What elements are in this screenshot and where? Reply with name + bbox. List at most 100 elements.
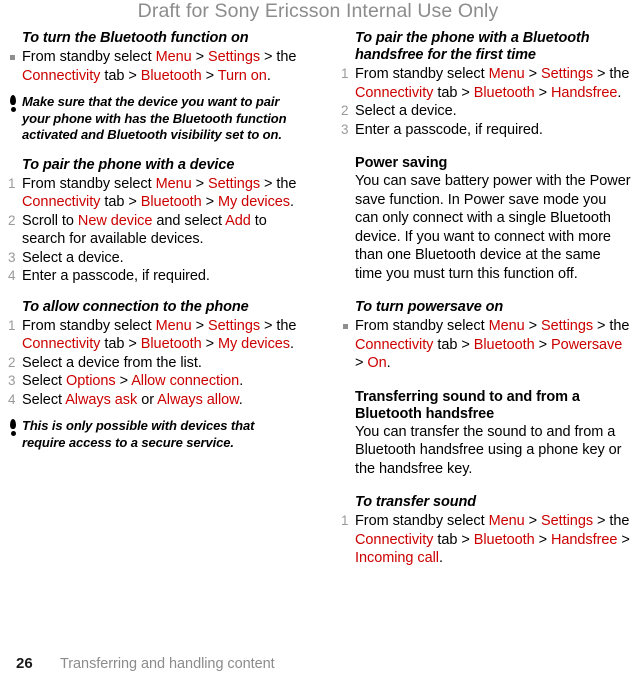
section-transferring-sound: Transferring sound to and from a Bluetoo… [341,389,631,479]
manual-page: { "header": { "watermark": "Draft for So… [0,0,636,685]
page-number: 26 [16,655,33,672]
ui-ref: Always ask [65,391,138,408]
list-item: From standby select Menu > Settings > th… [341,317,631,373]
ui-ref: Handsfree [550,531,618,548]
step-text: Enter a passcode, if required. [22,268,210,284]
section-heading: To pair the phone with a device [22,156,235,173]
draft-watermark-header: Draft for Sony Ericsson Internal Use Onl… [137,0,499,22]
ui-ref: Connectivity [22,336,101,352]
list-item: 2 Scroll to New device and select Add to… [8,212,298,249]
section-heading: To pair the phone with a Bluetooth hands… [355,30,590,63]
exclamation-icon [9,95,18,113]
step-marker: 3 [8,373,16,388]
ui-ref: Menu [488,66,525,82]
step-marker: 3 [341,121,349,137]
step-text: From standby select Menu > Settings > th… [22,49,297,84]
exclamation-icon [9,419,18,437]
ui-ref: My devices [217,194,290,210]
procedure-list: From standby select Menu > Settings > th… [341,317,631,373]
step-marker: 1 [341,66,349,81]
ui-ref: Incoming call [355,550,439,566]
section-to-transfer-sound: To transfer sound 1 From standby select … [341,494,631,568]
ui-ref: Settings [208,317,261,334]
step-text: From standby select Menu > Settings > th… [355,66,630,101]
section-pair-handsfree: To pair the phone with a Bluetooth hands… [341,30,631,139]
section-heading: To allow connection to the phone [22,298,249,315]
ui-ref: Connectivity [355,336,434,353]
step-marker: 2 [341,103,349,118]
section-heading: Power saving [355,155,448,171]
ui-ref: Settings [541,513,594,529]
section-heading: To turn powersave on [355,299,504,315]
procedure-list: 1 From standby select Menu > Settings > … [341,65,631,139]
ui-ref: Menu [155,175,192,192]
ui-ref: Powersave [550,336,623,353]
ui-ref: Menu [488,318,525,334]
ui-ref: Settings [208,49,261,65]
ui-ref: Connectivity [355,531,434,548]
step-marker: 1 [8,317,16,333]
ui-ref: Settings [541,66,594,82]
list-item: 1 From standby select Menu > Settings > … [341,65,631,102]
ui-ref: Menu [488,513,525,529]
ui-ref: Turn on [217,67,267,84]
step-text: Select a device. [355,103,457,119]
procedure-list: From standby select Menu > Settings > th… [8,48,298,85]
ui-ref: Connectivity [355,84,434,101]
ui-ref: Settings [208,175,261,192]
ui-ref: Add [225,212,251,229]
note-box-secure-service: This is only possible with devices that … [8,418,298,451]
list-item: 1 From standby select Menu > Settings > … [8,175,298,212]
ui-ref: Bluetooth [473,336,535,353]
step-text: From standby select Menu > Settings > th… [355,318,630,371]
chapter-title: Transferring and handling content [60,656,275,672]
ui-ref: Bluetooth [473,84,535,101]
list-item: 3 Enter a passcode, if required. [341,121,631,140]
note-text: This is only possible with devices that … [22,418,255,450]
ui-ref: Handsfree [550,84,618,101]
list-item: 3 Select Options > Allow connection. [8,372,298,391]
section-heading: Transferring sound to and from a Bluetoo… [355,388,580,422]
note-box-bluetooth-visibility: Make sure that the device you want to pa… [8,94,298,144]
step-text: From standby select Menu > Settings > th… [355,513,630,566]
step-marker: 2 [8,354,16,370]
ui-ref: Menu [155,317,192,334]
bullet-marker [10,55,15,60]
ui-ref: Connectivity [22,67,101,84]
section-heading: To transfer sound [355,494,477,510]
page-footer: 26 Transferring and handling content [8,655,628,677]
ui-ref: Options [65,373,116,389]
ui-ref: Allow connection [131,373,240,389]
list-item: 3 Select a device. [8,249,298,268]
step-marker: 1 [8,175,16,191]
step-marker: 4 [8,268,16,283]
step-text: From standby select Menu > Settings > th… [22,175,297,211]
ui-ref: Bluetooth [473,531,535,548]
section-body: You can save battery power with the Powe… [355,173,631,282]
section-body: You can transfer the sound to and from a… [355,423,622,477]
section-heading: To turn the Bluetooth function on [22,30,249,46]
note-text: Make sure that the device you want to pa… [22,94,287,142]
list-item: 4 Select Always ask or Always allow. [8,391,298,410]
ui-ref: On [367,355,387,371]
step-text: Scroll to New device and select Add to s… [22,212,267,248]
right-column: To pair the phone with a Bluetooth hands… [341,30,631,568]
step-marker: 4 [8,391,16,407]
step-text: Enter a passcode, if required. [355,121,543,138]
ui-ref: Bluetooth [140,336,202,352]
bullet-marker [343,324,348,329]
ui-ref: Menu [155,49,192,65]
procedure-list: 1 From standby select Menu > Settings > … [8,175,298,286]
section-pair-with-device: To pair the phone with a device 1 From s… [8,157,298,286]
ui-ref: Always allow [157,391,239,408]
section-turn-powersave-on: To turn powersave on From standby select… [341,299,631,373]
step-text: From standby select Menu > Settings > th… [22,317,297,353]
step-marker: 3 [8,249,16,265]
step-text: Select a device. [22,249,124,266]
ui-ref: Settings [541,318,594,334]
procedure-list: 1 From standby select Menu > Settings > … [8,317,298,410]
list-item: 4 Enter a passcode, if required. [8,267,298,286]
ui-ref: My devices [217,336,290,352]
section-power-saving: Power saving You can save battery power … [341,155,631,283]
section-turn-bluetooth-on: To turn the Bluetooth function on From s… [8,30,298,85]
